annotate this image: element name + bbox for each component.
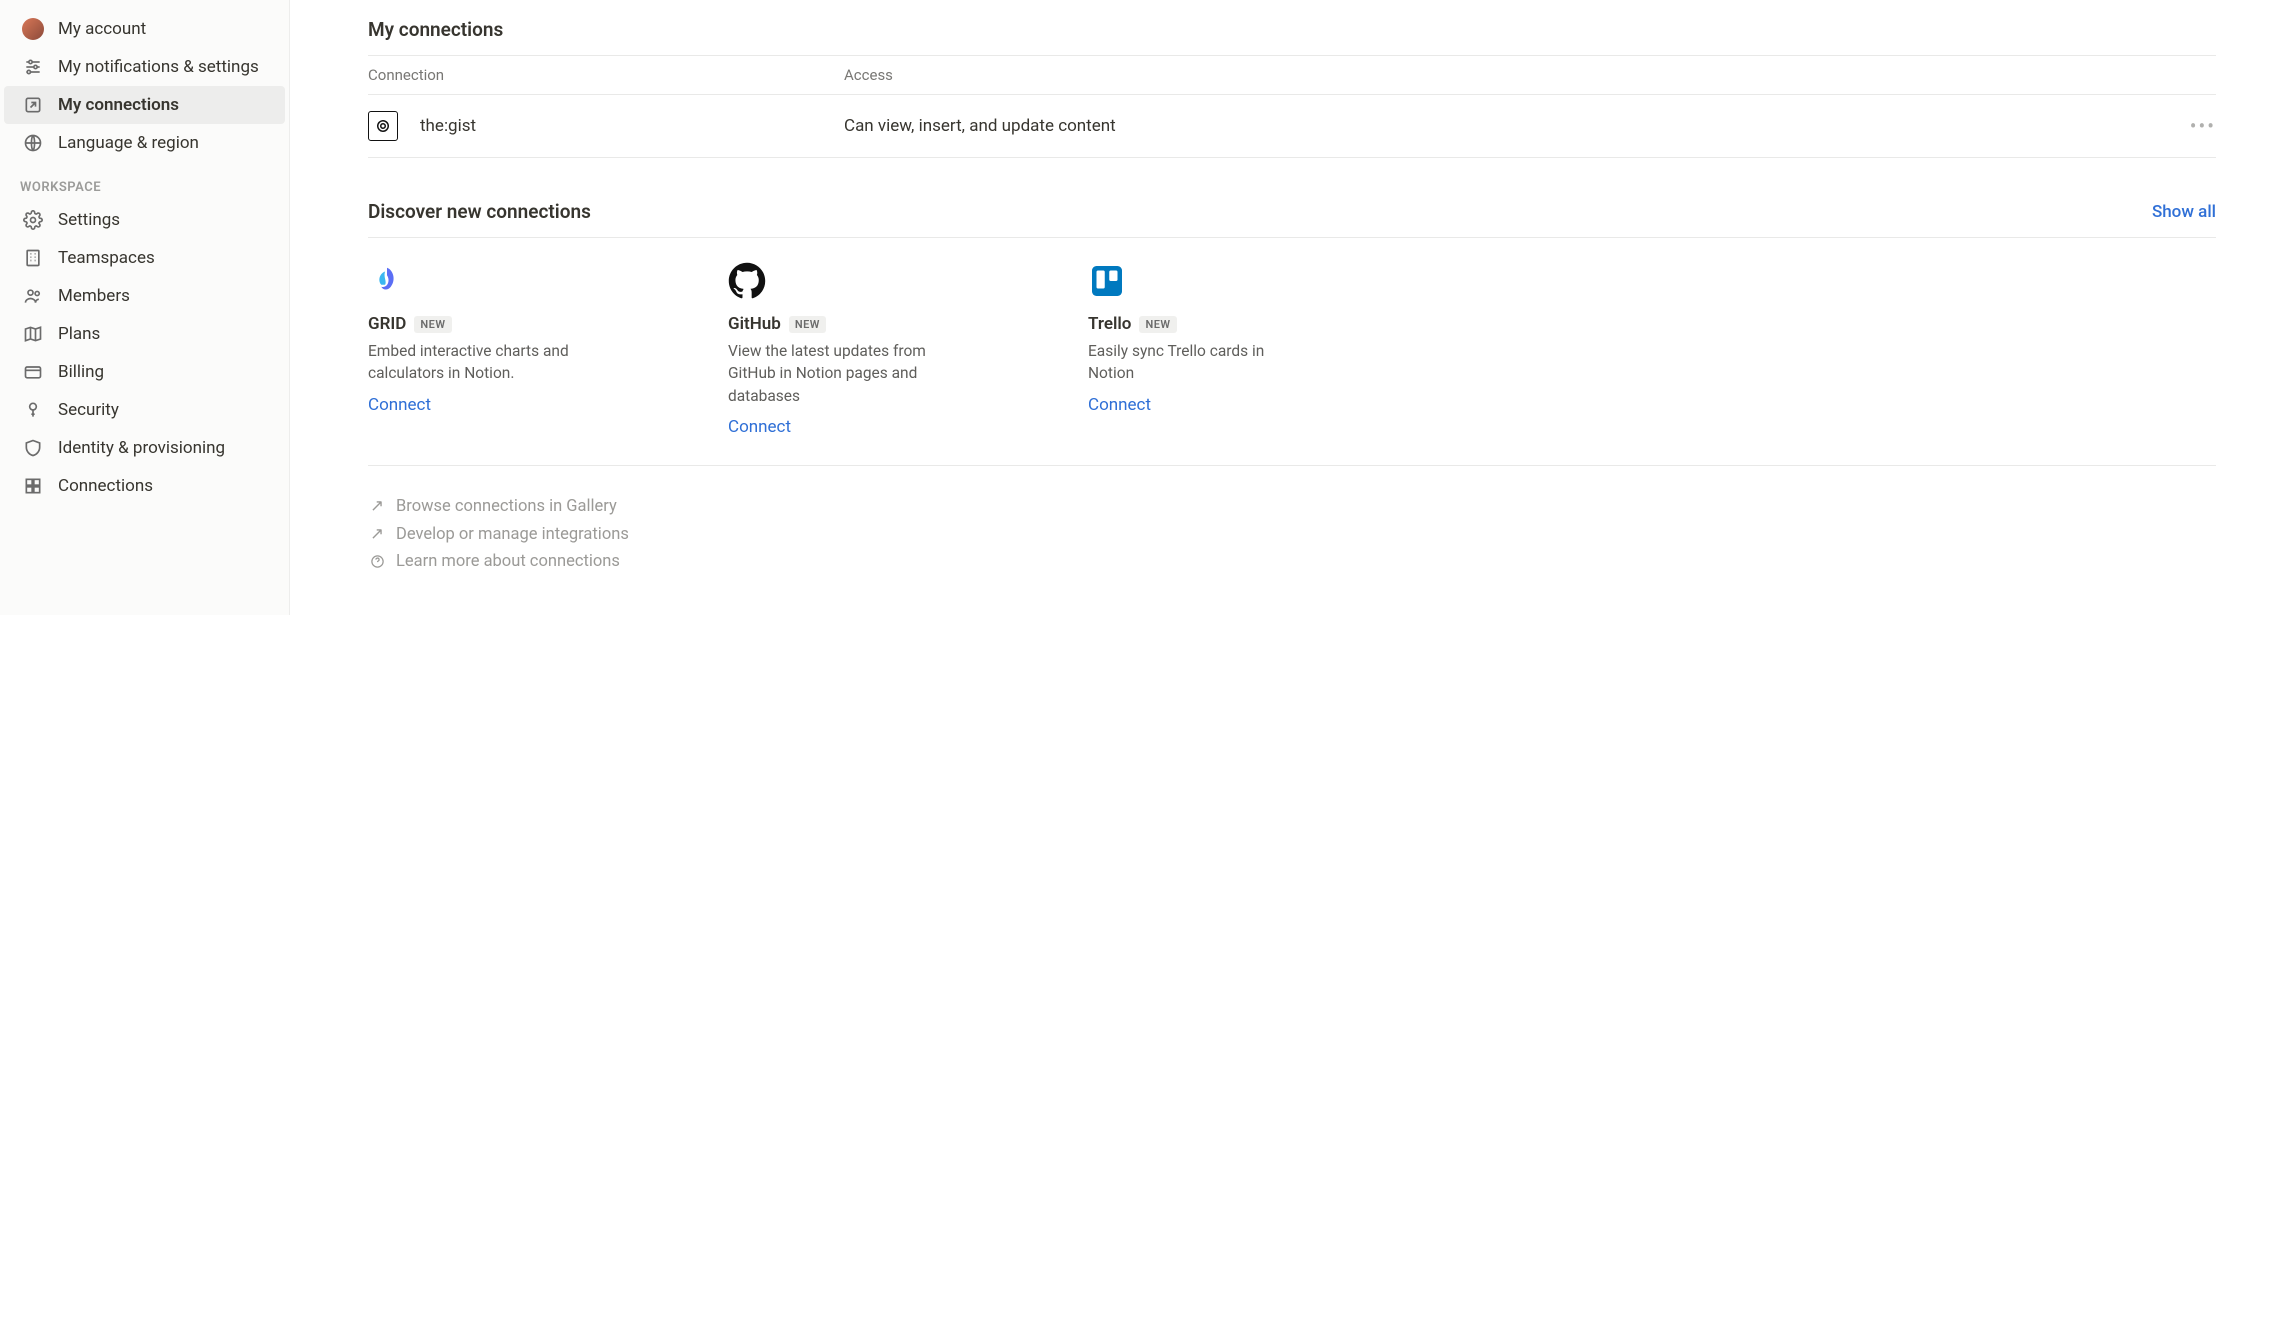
discover-grid: GRID NEW Embed interactive charts and ca… — [368, 237, 2216, 466]
connection-access: Can view, insert, and update content — [844, 116, 2156, 136]
sidebar-item-security[interactable]: Security — [4, 391, 285, 429]
shield-icon — [22, 437, 44, 459]
settings-sidebar: My account My notifications & settings M… — [0, 0, 290, 615]
grid-logo-icon — [368, 262, 406, 300]
question-icon — [368, 554, 386, 569]
card-title: Trello — [1088, 314, 1131, 334]
avatar-icon — [22, 18, 44, 40]
card-title: GitHub — [728, 314, 781, 334]
sidebar-item-label: My account — [58, 16, 146, 42]
sidebar-item-my-connections[interactable]: My connections — [4, 86, 285, 124]
sidebar-item-label: My notifications & settings — [58, 54, 259, 80]
sidebar-item-language-region[interactable]: Language & region — [4, 124, 285, 162]
sidebar-item-label: Members — [58, 283, 130, 309]
sidebar-item-identity[interactable]: Identity & provisioning — [4, 429, 285, 467]
new-badge: NEW — [1139, 316, 1176, 333]
card-description: Easily sync Trello cards in Notion — [1088, 340, 1308, 385]
sliders-icon — [22, 56, 44, 78]
connect-button[interactable]: Connect — [728, 417, 1028, 437]
connection-app-cell: the:gist — [368, 111, 844, 141]
sidebar-item-label: Settings — [58, 207, 120, 233]
sidebar-item-label: Security — [58, 397, 119, 423]
sidebar-item-label: Identity & provisioning — [58, 435, 225, 461]
card-title: GRID — [368, 314, 406, 334]
connection-name: the:gist — [420, 116, 476, 136]
connect-button[interactable]: Connect — [1088, 395, 1388, 415]
sidebar-item-teamspaces[interactable]: Teamspaces — [4, 239, 285, 277]
thegist-logo-icon — [368, 111, 398, 141]
discover-header: Discover new connections Show all — [368, 200, 2216, 223]
sidebar-item-billing[interactable]: Billing — [4, 353, 285, 391]
footer-link-label: Learn more about connections — [396, 552, 620, 571]
sidebar-item-label: My connections — [58, 92, 179, 118]
footer-link-learn[interactable]: Learn more about connections — [368, 548, 2216, 575]
sidebar-item-label: Teamspaces — [58, 245, 155, 271]
sidebar-item-my-notifications[interactable]: My notifications & settings — [4, 48, 285, 86]
people-icon — [22, 285, 44, 307]
arrow-up-right-icon: ↗ — [368, 524, 386, 544]
sidebar-item-label: Language & region — [58, 130, 199, 156]
building-icon — [22, 247, 44, 269]
new-badge: NEW — [789, 316, 826, 333]
page-title: My connections — [368, 18, 2216, 41]
sidebar-item-connections[interactable]: Connections — [4, 467, 285, 505]
map-icon — [22, 323, 44, 345]
footer-link-gallery[interactable]: ↗ Browse connections in Gallery — [368, 492, 2216, 520]
table-row: the:gist Can view, insert, and update co… — [368, 95, 2216, 158]
sidebar-item-label: Billing — [58, 359, 104, 385]
footer-links: ↗ Browse connections in Gallery ↗ Develo… — [368, 492, 2216, 575]
card-description: View the latest updates from GitHub in N… — [728, 340, 948, 407]
show-all-link[interactable]: Show all — [2152, 202, 2216, 222]
discover-card-trello: Trello NEW Easily sync Trello cards in N… — [1088, 262, 1388, 437]
gear-icon — [22, 209, 44, 231]
sidebar-item-settings[interactable]: Settings — [4, 201, 285, 239]
connect-button[interactable]: Connect — [368, 395, 668, 415]
key-icon — [22, 399, 44, 421]
footer-link-label: Browse connections in Gallery — [396, 497, 617, 516]
sidebar-item-plans[interactable]: Plans — [4, 315, 285, 353]
discover-card-grid: GRID NEW Embed interactive charts and ca… — [368, 262, 668, 437]
column-header-actions — [2156, 66, 2216, 84]
footer-link-develop[interactable]: ↗ Develop or manage integrations — [368, 520, 2216, 548]
arrow-box-icon — [22, 94, 44, 116]
sidebar-item-my-account[interactable]: My account — [4, 10, 285, 48]
connections-table: Connection Access the:gist Can view, ins… — [368, 55, 2216, 158]
trello-logo-icon — [1088, 262, 1126, 300]
card-description: Embed interactive charts and calculators… — [368, 340, 588, 385]
footer-link-label: Develop or manage integrations — [396, 525, 629, 544]
sidebar-section-workspace: WORKSPACE — [0, 162, 289, 201]
sidebar-item-label: Connections — [58, 473, 153, 499]
main-content: My connections Connection Access the:gis… — [290, 0, 2296, 615]
discover-title: Discover new connections — [368, 200, 591, 223]
sidebar-item-label: Plans — [58, 321, 100, 347]
column-header-access: Access — [844, 66, 2156, 84]
column-header-connection: Connection — [368, 66, 844, 84]
connection-more-button[interactable]: ••• — [2156, 114, 2216, 138]
new-badge: NEW — [414, 316, 451, 333]
github-logo-icon — [728, 262, 766, 300]
globe-icon — [22, 132, 44, 154]
sidebar-item-members[interactable]: Members — [4, 277, 285, 315]
discover-card-github: GitHub NEW View the latest updates from … — [728, 262, 1028, 437]
grid-icon — [22, 475, 44, 497]
card-icon — [22, 361, 44, 383]
table-header-row: Connection Access — [368, 55, 2216, 95]
arrow-up-right-icon: ↗ — [368, 496, 386, 516]
